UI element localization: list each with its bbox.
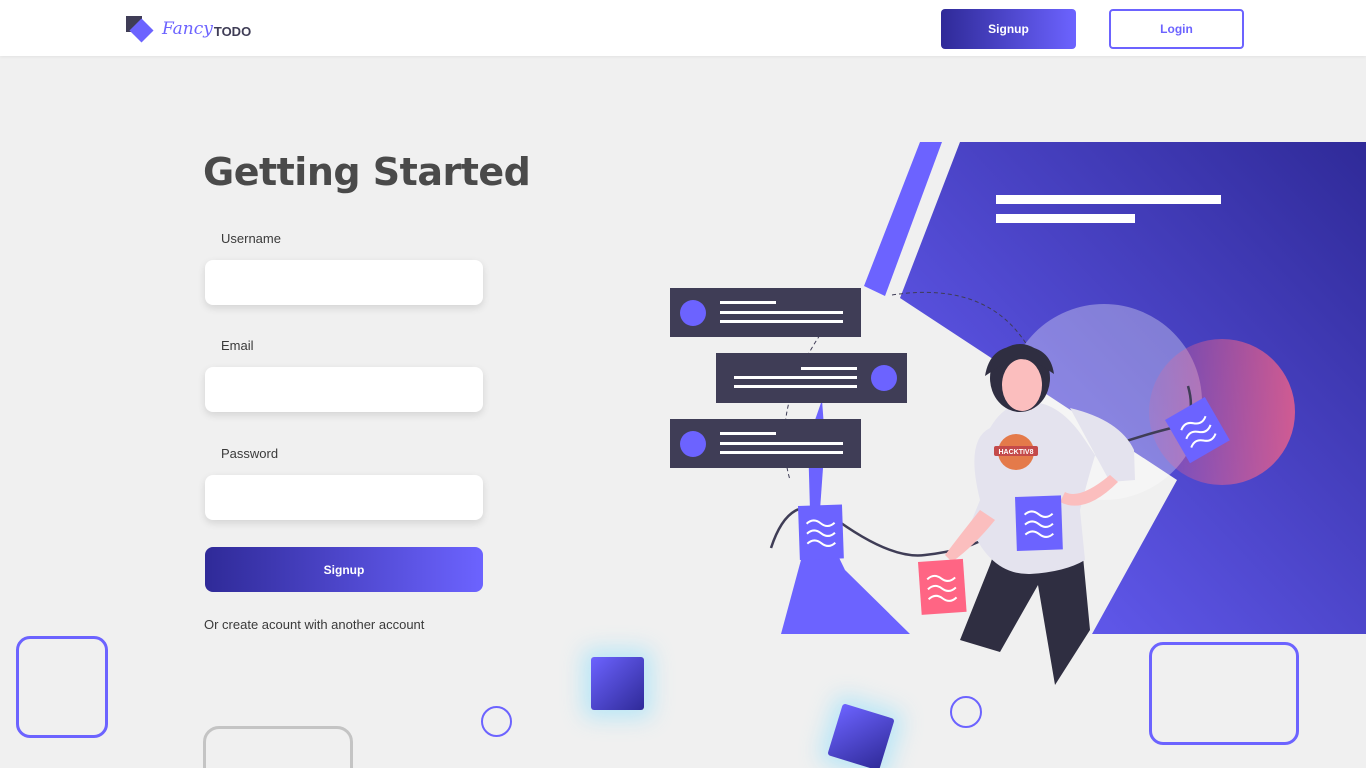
username-label: Username — [221, 231, 281, 246]
todo-illustration: HACKTIV8 — [670, 142, 1366, 685]
brand-logo[interactable]: Fancy TODO — [126, 16, 252, 43]
decorative-circle — [481, 706, 512, 737]
logo-text-todo: TODO — [213, 23, 252, 39]
username-input[interactable] — [205, 260, 483, 305]
sticky-note — [798, 504, 844, 560]
task-card — [670, 288, 861, 337]
pink-circle — [1149, 339, 1295, 485]
alternate-account-text: Or create acount with another account — [204, 617, 425, 632]
nav-login-button[interactable]: Login — [1109, 9, 1244, 49]
shirt-logo-text: HACKTIV8 — [998, 449, 1033, 456]
decorative-rounded-square — [16, 636, 108, 738]
logo-text-fancy: Fancy — [162, 19, 213, 39]
page-title: Getting Started — [203, 150, 531, 194]
decorative-glowing-square — [591, 657, 644, 710]
signup-submit-button[interactable]: Signup — [205, 547, 483, 592]
sticky-note-held — [1015, 495, 1063, 551]
task-card — [670, 419, 861, 468]
logo-icon — [126, 16, 154, 43]
email-label: Email — [221, 338, 254, 353]
decorative-rounded-square-gray — [203, 726, 353, 768]
task-card — [716, 353, 907, 403]
nav-signup-button[interactable]: Signup — [941, 9, 1076, 49]
password-label: Password — [221, 446, 279, 461]
decorative-glowing-square-rotated — [827, 703, 895, 768]
sticky-note-pink — [918, 558, 967, 615]
password-input[interactable] — [205, 475, 483, 520]
email-input[interactable] — [205, 367, 483, 412]
top-navbar: Fancy TODO Signup Login — [0, 0, 1366, 56]
decorative-circle — [950, 696, 982, 728]
